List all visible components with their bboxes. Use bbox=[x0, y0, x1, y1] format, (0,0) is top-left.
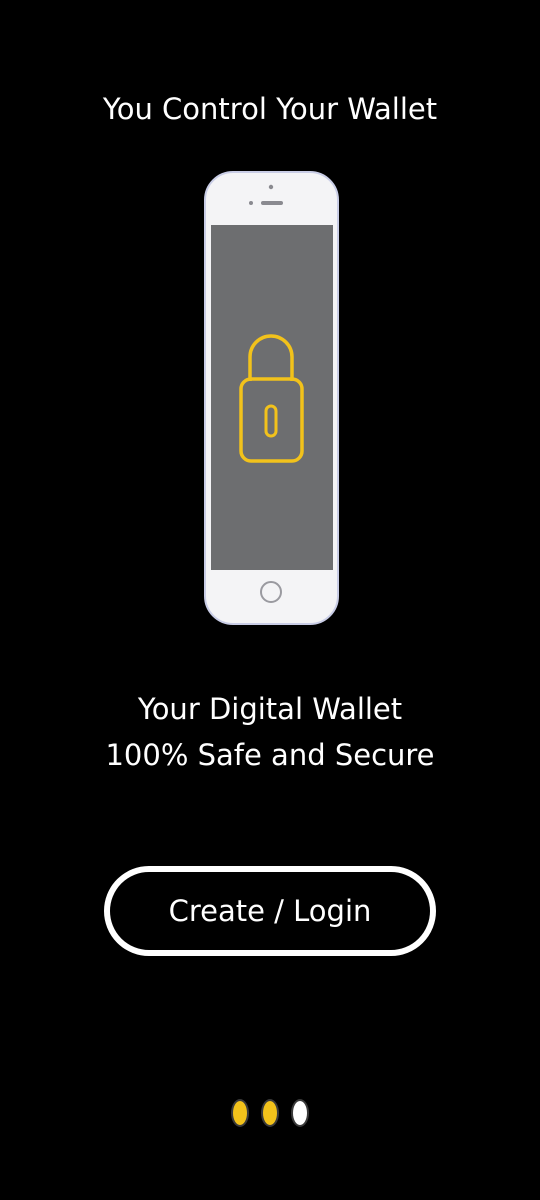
phone-lock-icon bbox=[204, 171, 339, 625]
tagline: Your Digital Wallet 100% Safe and Secure bbox=[0, 686, 540, 778]
page-indicator bbox=[0, 1098, 540, 1128]
page-dot-1[interactable] bbox=[231, 1099, 249, 1127]
page-title: You Control Your Wallet bbox=[102, 92, 438, 126]
tagline-line-1: Your Digital Wallet bbox=[137, 692, 403, 726]
tagline-line-2: 100% Safe and Secure bbox=[105, 738, 435, 772]
create-login-button[interactable]: Create / Login bbox=[104, 866, 436, 956]
page-dot-3[interactable] bbox=[291, 1099, 309, 1127]
page-dot-2[interactable] bbox=[261, 1099, 279, 1127]
